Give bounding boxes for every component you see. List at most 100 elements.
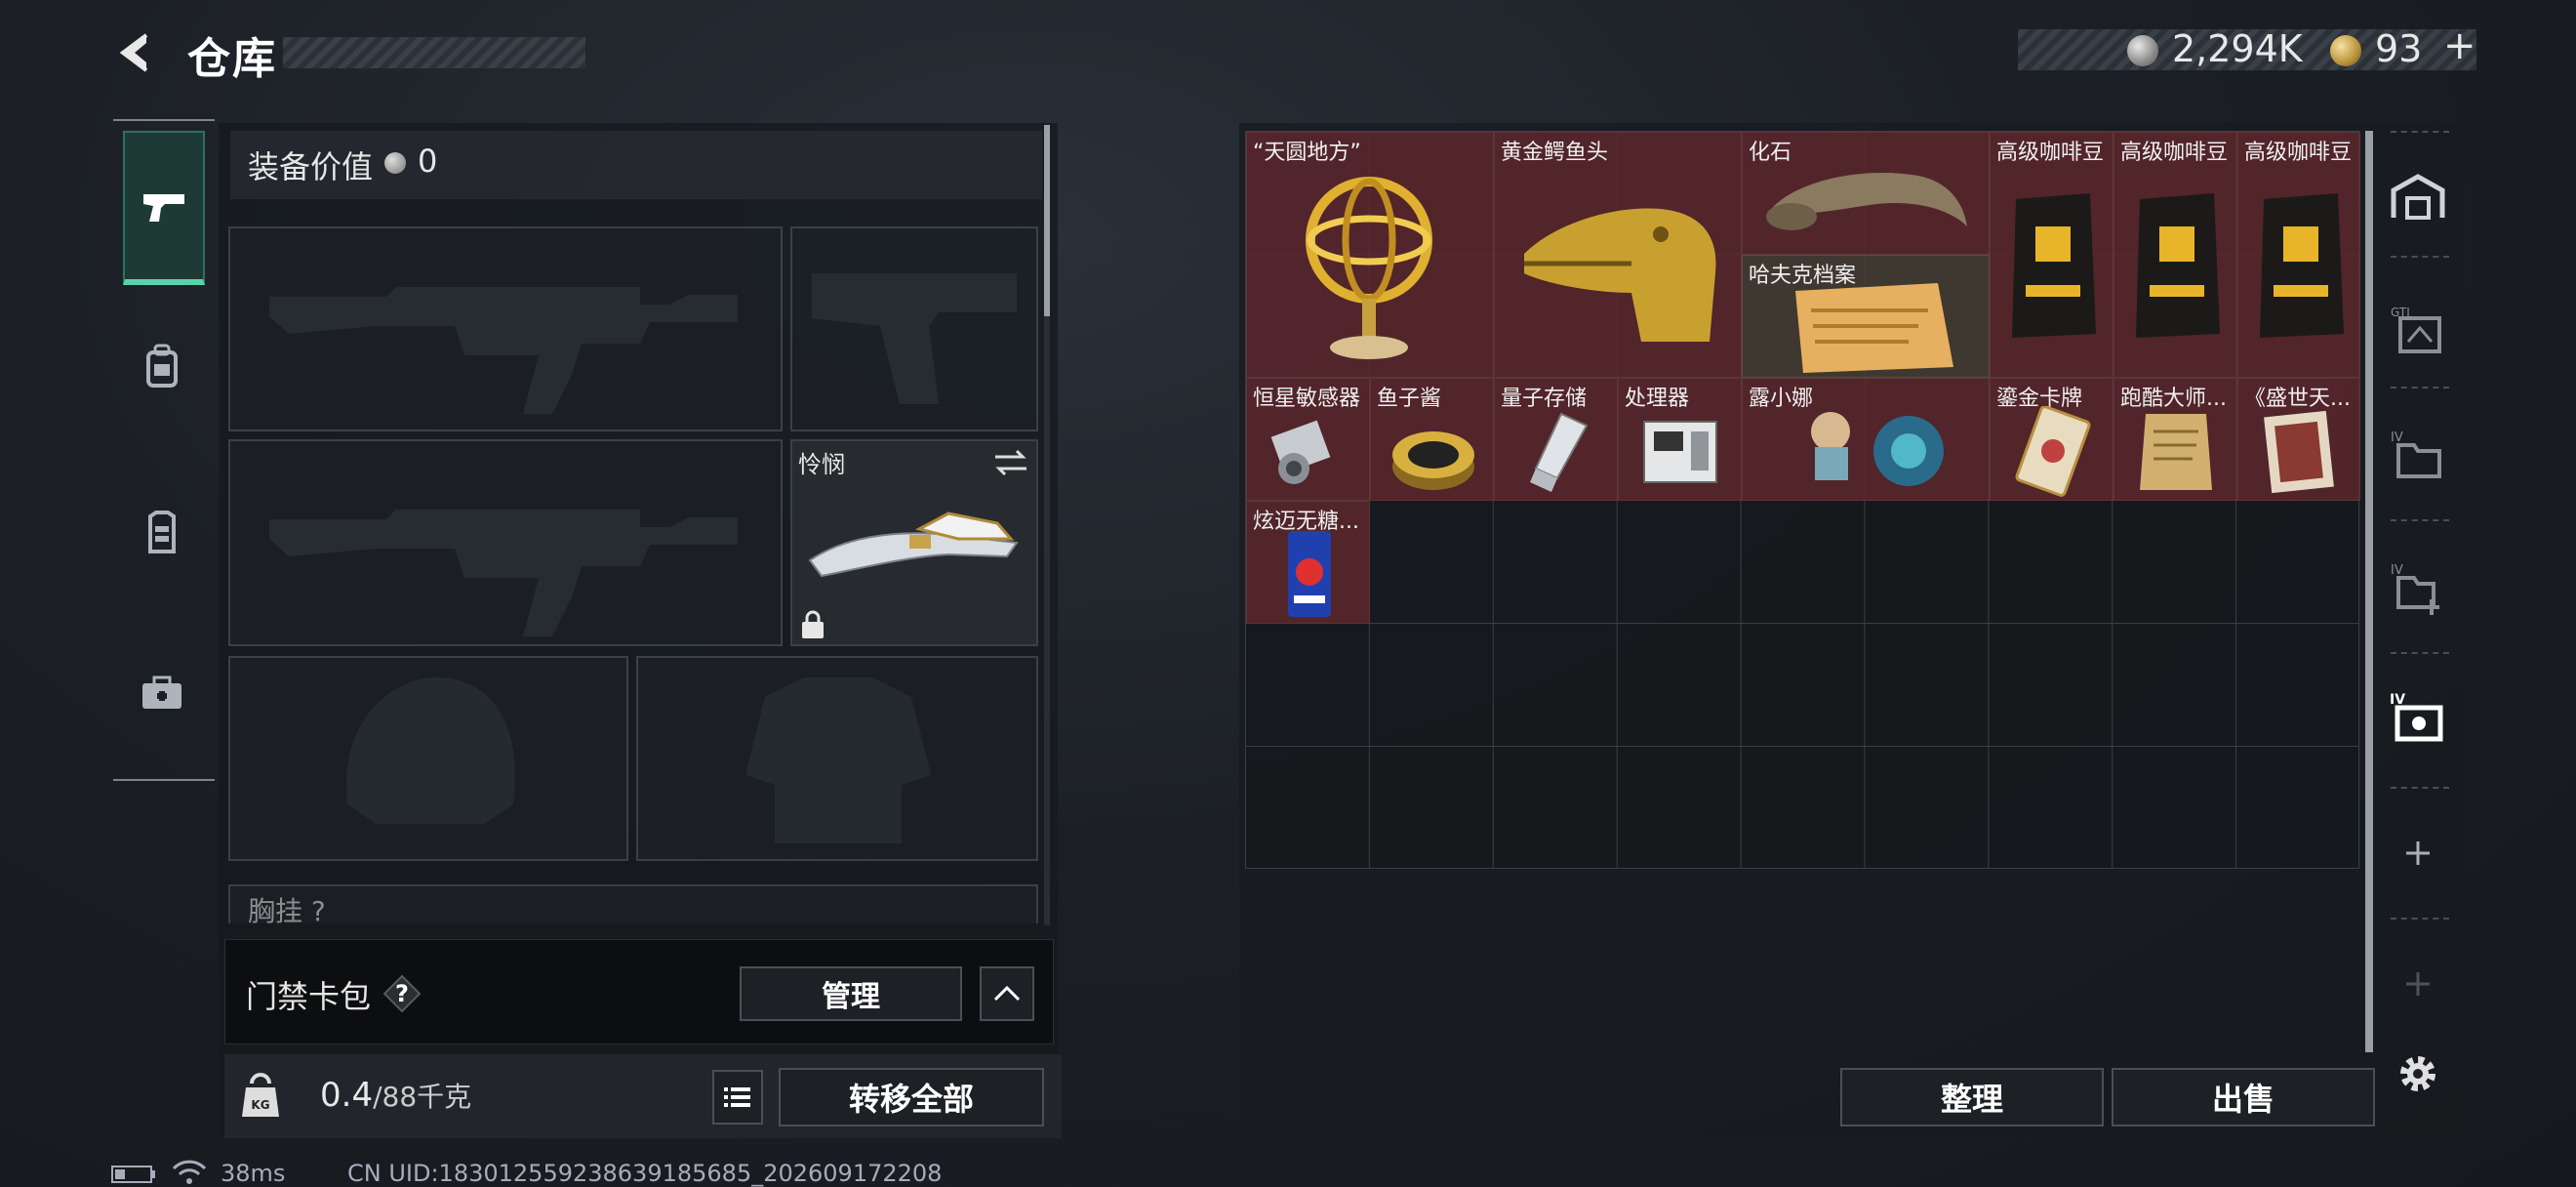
weight-readout: 0.4/88千克 xyxy=(320,1076,472,1115)
page-title: 仓库 xyxy=(187,34,277,84)
golden-crocodile-head-icon xyxy=(1524,208,1716,342)
column-divider xyxy=(2391,131,2449,133)
chest-rig-slot[interactable] xyxy=(228,884,1038,923)
title-decoration xyxy=(283,37,585,68)
warehouse-item[interactable]: 鎏金卡牌 xyxy=(1990,378,2113,501)
equipment-scrollbar-thumb[interactable] xyxy=(1044,125,1050,316)
pistol-slot[interactable] xyxy=(790,226,1038,431)
column-divider xyxy=(2391,787,2449,789)
storage-tab-iv-add[interactable]: IV xyxy=(2381,551,2455,625)
wifi-icon xyxy=(172,1160,207,1184)
helmet-silhouette-icon xyxy=(345,677,515,824)
parchment-icon xyxy=(2140,414,2212,490)
gear-icon xyxy=(2400,1056,2435,1091)
warehouse-item[interactable]: 量子存储 xyxy=(1494,378,1618,501)
column-divider xyxy=(2391,652,2449,654)
column-divider xyxy=(2391,918,2449,920)
svg-text:IV: IV xyxy=(2391,563,2403,578)
backpack-icon xyxy=(146,344,178,388)
warehouse-icon xyxy=(2391,174,2445,220)
column-divider xyxy=(2391,256,2449,258)
plus-icon xyxy=(2406,841,2430,865)
document-icon xyxy=(1795,283,1953,373)
pistol-silhouette-icon xyxy=(812,273,1017,404)
armor-slot[interactable] xyxy=(636,656,1038,861)
coffee-bag-icon xyxy=(2136,193,2220,338)
painting-icon xyxy=(2264,410,2334,494)
chevron-up-icon xyxy=(993,985,1021,1002)
warehouse-item[interactable]: 恒星敏感器 xyxy=(1246,378,1370,501)
silver-coin-icon xyxy=(384,152,406,174)
manage-button[interactable]: 管理 xyxy=(740,966,962,1021)
safe-box-icon: IV xyxy=(2390,692,2443,742)
kettlebell-icon: KG xyxy=(242,1073,279,1117)
add-storage-button[interactable] xyxy=(2381,816,2455,890)
processor-icon xyxy=(1643,421,1717,483)
warehouse-item[interactable]: 高级咖啡豆 xyxy=(1990,132,2113,378)
equipment-value: 0 xyxy=(418,143,438,180)
warehouse-tab[interactable] xyxy=(2381,160,2455,234)
item-name: 高级咖啡豆 xyxy=(2120,141,2229,165)
warehouse-item[interactable]: 高级咖啡豆 xyxy=(2113,132,2237,378)
settings-button[interactable] xyxy=(2381,1037,2455,1111)
warehouse-grid[interactable]: “天圆地方” 黄金鳄鱼头 化石 哈夫克档案 高级咖啡豆 高级咖啡豆 高级咖啡豆 … xyxy=(1245,131,2360,869)
silver-coin-icon xyxy=(2127,35,2158,66)
add-folder-icon: IV xyxy=(2391,563,2439,615)
back-arrow-icon[interactable] xyxy=(113,29,160,76)
gold-card-icon xyxy=(2015,406,2091,497)
warehouse-item[interactable]: 黄金鳄鱼头 xyxy=(1494,132,1742,378)
vest-icon xyxy=(148,511,176,553)
help-icon[interactable]: ? xyxy=(382,974,422,1013)
svg-text:?: ? xyxy=(395,980,409,1007)
sell-button[interactable]: 出售 xyxy=(2112,1068,2375,1126)
item-name: 高级咖啡豆 xyxy=(2244,141,2353,165)
list-icon xyxy=(724,1087,750,1107)
warehouse-item[interactable]: “天圆地方” xyxy=(1246,132,1494,378)
tab-divider xyxy=(113,779,215,781)
warehouse-item[interactable]: 《盛世天... xyxy=(2237,378,2360,501)
svg-text:KG: KG xyxy=(251,1098,269,1112)
tab-medkit[interactable] xyxy=(123,639,201,747)
sort-button[interactable]: 整理 xyxy=(1840,1068,2104,1126)
silver-amount: 2,294K xyxy=(2172,27,2303,70)
primary-weapon-slot[interactable] xyxy=(228,226,783,431)
tab-backpack[interactable] xyxy=(123,312,201,420)
storage-tab-iv-safe[interactable]: IV xyxy=(2381,681,2455,756)
gold-amount: 93 xyxy=(2375,27,2423,70)
transfer-all-button[interactable]: 转移全部 xyxy=(779,1068,1044,1126)
tab-vest[interactable] xyxy=(123,478,201,586)
secondary-weapon-slot[interactable] xyxy=(228,439,783,646)
warehouse-item[interactable]: 炫迈无糖... xyxy=(1246,501,1370,624)
warehouse-item[interactable]: 鱼子酱 xyxy=(1370,378,1494,501)
rifle-silhouette-icon xyxy=(269,287,738,414)
coffee-bag-icon xyxy=(2260,193,2344,338)
warehouse-scrollbar[interactable] xyxy=(2365,131,2373,1052)
warehouse-item[interactable]: 哈夫克档案 xyxy=(1742,255,1990,378)
tab-weapons[interactable] xyxy=(123,131,205,285)
warehouse-item[interactable]: 露小娜 xyxy=(1742,378,1990,501)
folder-icon: IV xyxy=(2391,430,2441,478)
ping-readout: 38ms xyxy=(221,1160,286,1187)
warehouse-item[interactable]: 跑酷大师... xyxy=(2113,378,2237,501)
svg-text:IV: IV xyxy=(2391,430,2403,445)
chest-rig-label: 胸挂 ? xyxy=(248,895,326,927)
list-view-button[interactable] xyxy=(712,1070,763,1125)
rifle-silhouette-icon xyxy=(269,510,738,636)
warehouse-item[interactable]: 化石 xyxy=(1742,132,1990,255)
tab-divider xyxy=(113,119,215,121)
helmet-slot[interactable] xyxy=(228,656,628,861)
storage-box-icon: GTI xyxy=(2391,306,2441,353)
item-name: 高级咖啡豆 xyxy=(1996,141,2105,165)
storage-tab-iv-folder[interactable]: IV xyxy=(2381,418,2455,492)
storage-tab-gti[interactable]: GTI xyxy=(2381,293,2455,367)
column-divider xyxy=(2391,519,2449,521)
pistol-icon xyxy=(143,194,184,222)
coffee-bag-icon xyxy=(2012,193,2096,338)
warehouse-item[interactable]: 处理器 xyxy=(1618,378,1742,501)
warehouse-item[interactable]: 高级咖啡豆 xyxy=(2237,132,2360,378)
collapse-button[interactable] xyxy=(980,966,1034,1021)
column-divider xyxy=(2391,387,2449,389)
add-gold-button[interactable]: + xyxy=(2443,23,2476,68)
swap-icon[interactable] xyxy=(991,447,1030,478)
battery-icon xyxy=(111,1166,155,1183)
